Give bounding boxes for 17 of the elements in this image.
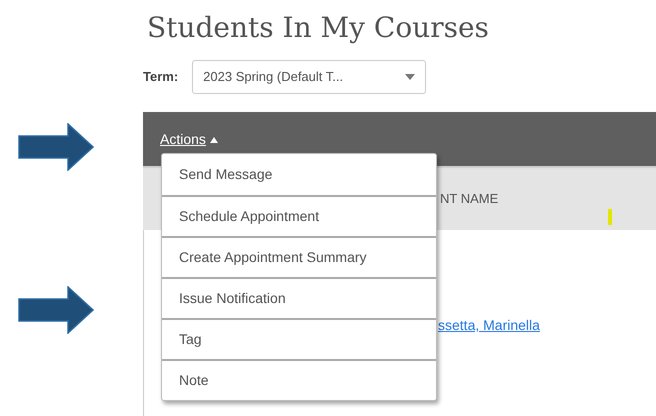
actions-link[interactable]: Actions [160,129,218,150]
menu-item[interactable]: Schedule Appointment [162,195,436,236]
term-dropdown[interactable]: 2023 Spring (Default T... [192,60,426,94]
menu-item[interactable]: Tag [162,318,436,359]
caret-down-icon [405,74,416,80]
menu-item[interactable]: Note [162,359,436,400]
arrow-icon [18,286,94,334]
menu-item[interactable]: Send Message [162,154,436,195]
column-header: NT NAME [440,190,498,208]
caret-up-icon [210,136,218,142]
term-label: Term: [143,68,178,86]
page-title: Students In My Courses [147,10,490,46]
menu-item[interactable]: Create Appointment Summary [162,236,436,277]
menu-item[interactable]: Issue Notification [162,277,436,318]
student-link[interactable]: ssetta, Marinella [438,317,540,333]
highlight-mark [608,209,612,225]
arrow-icon [18,123,94,171]
